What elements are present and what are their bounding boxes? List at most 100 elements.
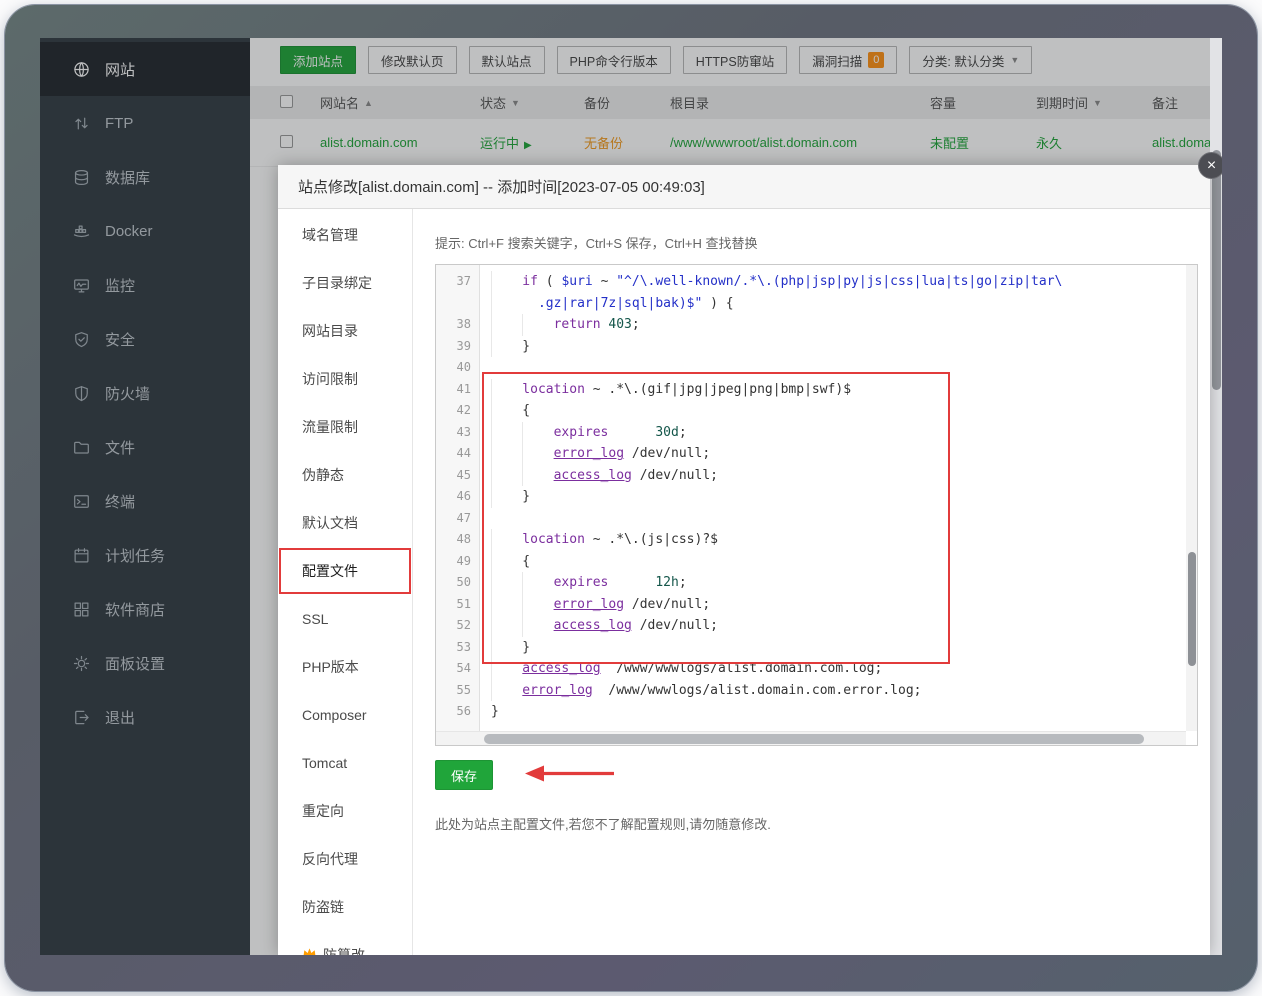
modal-tab-label: PHP版本 [302, 657, 359, 677]
screenshot: 网站FTP数据库Docker监控安全防火墙文件终端计划任务软件商店面板设置退出 … [0, 0, 1262, 996]
modal-tab-label: 访问限制 [302, 369, 358, 389]
line-number: 37 [436, 271, 480, 293]
line-number: 56 [436, 701, 480, 723]
annotation-arrow-icon [517, 762, 617, 789]
modal-tab[interactable]: 网站目录 [278, 307, 412, 355]
modal-tab[interactable]: 默认文档 [278, 499, 412, 547]
save-button[interactable]: 保存 [435, 760, 493, 790]
config-editor[interactable]: 37 if ( $uri ~ "^/\.well-known/.*\.(php|… [435, 264, 1198, 746]
modal-tab[interactable]: 域名管理 [278, 211, 412, 259]
code-line: 37 if ( $uri ~ "^/\.well-known/.*\.(php|… [436, 271, 1185, 293]
modal-tab[interactable]: PHP版本 [278, 643, 412, 691]
modal-tab[interactable]: Composer [278, 691, 412, 739]
modal-tab[interactable]: 流量限制 [278, 403, 412, 451]
modal-content: 提示: Ctrl+F 搜索关键字，Ctrl+S 保存，Ctrl+H 查找替换 3… [414, 209, 1210, 955]
code-line: 46 } [436, 486, 1185, 508]
modal-tab[interactable]: 伪静态 [278, 451, 412, 499]
line-number: 51 [436, 594, 480, 616]
modal-header: 站点修改[alist.domain.com] -- 添加时间[2023-07-0… [278, 165, 1210, 209]
line-number: 52 [436, 615, 480, 637]
line-code: expires 30d; [480, 422, 687, 444]
line-code: access_log /dev/null; [480, 615, 718, 637]
modal-tab[interactable]: 配置文件 [278, 547, 412, 595]
modal-title: 站点修改[alist.domain.com] -- 添加时间[2023-07-0… [298, 176, 705, 197]
modal-tab-label: 防盗链 [302, 897, 344, 917]
modal-tab-label: 防篡改 [323, 945, 365, 955]
line-number: 54 [436, 658, 480, 680]
line-code: } [480, 336, 530, 358]
line-number: 44 [436, 443, 480, 465]
modal-tab[interactable]: 子目录绑定 [278, 259, 412, 307]
crown-icon [302, 946, 317, 955]
line-number: 46 [436, 486, 480, 508]
config-note: 此处为站点主配置文件,若您不了解配置规则,请勿随意修改. [435, 814, 1198, 833]
site-edit-modal: 站点修改[alist.domain.com] -- 添加时间[2023-07-0… [278, 165, 1210, 955]
line-code: return 403; [480, 314, 640, 336]
modal-tab-label: Composer [302, 707, 367, 723]
code-line: 48 location ~ .*\.(js|css)?$ [436, 529, 1185, 551]
code-line: 56} [436, 701, 1185, 723]
code-line: 44 error_log /dev/null; [436, 443, 1185, 465]
line-code: .gz|rar|7z|sql|bak)$" ) { [480, 293, 734, 315]
code-line: 52 access_log /dev/null; [436, 615, 1185, 637]
modal-tab-label: Tomcat [302, 755, 347, 771]
code-line: 38 return 403; [436, 314, 1185, 336]
line-code: } [480, 637, 530, 659]
modal-tab-label: 伪静态 [302, 465, 344, 485]
line-code: error_log /dev/null; [480, 443, 710, 465]
line-number: 48 [436, 529, 480, 551]
modal-tab-label: 网站目录 [302, 321, 358, 341]
modal-nav: 域名管理子目录绑定网站目录访问限制流量限制伪静态默认文档配置文件 SSL PHP版本… [278, 209, 413, 955]
line-number: 55 [436, 680, 480, 702]
line-number: 45 [436, 465, 480, 487]
line-code: if ( $uri ~ "^/\.well-known/.*\.(php|jsp… [480, 271, 1062, 293]
code-line: 43 expires 30d; [436, 422, 1185, 444]
line-code: { [480, 551, 530, 573]
modal-tab[interactable]: 访问限制 [278, 355, 412, 403]
modal-tab-label: 重定向 [302, 801, 344, 821]
app-window: 网站FTP数据库Docker监控安全防火墙文件终端计划任务软件商店面板设置退出 … [40, 38, 1222, 955]
editor-vertical-scrollbar[interactable] [1186, 265, 1197, 731]
modal-tab[interactable]: 防篡改 [278, 931, 412, 955]
line-number: 47 [436, 508, 480, 530]
line-code [480, 508, 499, 530]
line-code [480, 357, 499, 379]
page-scrollbar-thumb[interactable] [1212, 150, 1221, 390]
code-line: 41 location ~ .*\.(gif|jpg|jpeg|png|bmp|… [436, 379, 1185, 401]
modal-tab-label: SSL [302, 611, 328, 627]
editor-horizontal-scrollbar[interactable] [436, 731, 1186, 745]
modal-tab[interactable]: Tomcat [278, 739, 412, 787]
line-code: expires 12h; [480, 572, 687, 594]
line-code: error_log /dev/null; [480, 594, 710, 616]
line-number: 49 [436, 551, 480, 573]
modal-tab[interactable]: SSL [278, 595, 412, 643]
editor-vscroll-thumb[interactable] [1188, 552, 1196, 666]
line-code: location ~ .*\.(gif|jpg|jpeg|png|bmp|swf… [480, 379, 851, 401]
line-code: } [480, 701, 499, 723]
line-number: 40 [436, 357, 480, 379]
code-line: .gz|rar|7z|sql|bak)$" ) { [436, 293, 1185, 315]
code-line: 54 access_log /www/wwwlogs/alist.domain.… [436, 658, 1185, 680]
modal-tab[interactable]: 反向代理 [278, 835, 412, 883]
modal-tab-label: 反向代理 [302, 849, 358, 869]
line-number: 41 [436, 379, 480, 401]
modal-tab[interactable]: 重定向 [278, 787, 412, 835]
code-line: 42 { [436, 400, 1185, 422]
code-line: 40 [436, 357, 1185, 379]
modal-tab-label: 域名管理 [302, 225, 358, 245]
modal-tab[interactable]: 防盗链 [278, 883, 412, 931]
line-code: location ~ .*\.(js|css)?$ [480, 529, 718, 551]
line-code: access_log /www/wwwlogs/alist.domain.com… [480, 658, 882, 680]
close-icon[interactable]: × [1198, 152, 1222, 179]
line-code: } [480, 486, 530, 508]
line-number: 38 [436, 314, 480, 336]
code-line: 49 { [436, 551, 1185, 573]
line-number [436, 293, 480, 315]
code-line: 39 } [436, 336, 1185, 358]
code-line: 51 error_log /dev/null; [436, 594, 1185, 616]
line-code: { [480, 400, 530, 422]
editor-hscroll-thumb[interactable] [484, 734, 1144, 744]
code-line: 47 [436, 508, 1185, 530]
code-line: 53 } [436, 637, 1185, 659]
save-row: 保存 [435, 760, 1198, 790]
